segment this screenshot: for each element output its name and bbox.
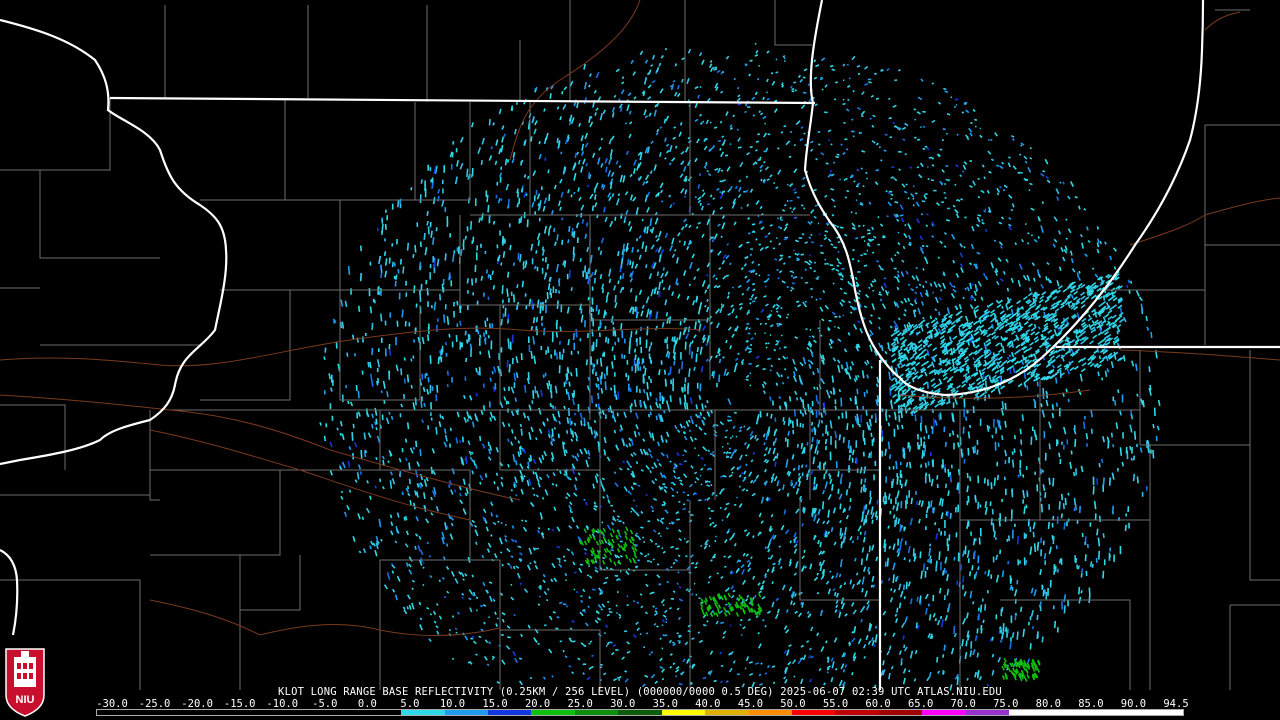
colorbar-segment	[227, 710, 271, 715]
colorbar-segment	[748, 710, 792, 715]
colorbar-segment	[487, 710, 532, 715]
colorbar-segment	[357, 710, 402, 715]
niu-logo: NIU	[5, 648, 45, 717]
colorbar-segment	[574, 710, 619, 715]
colorbar-segment	[835, 710, 879, 715]
colorbar-segment	[705, 710, 749, 715]
reflectivity-colorbar	[96, 709, 1184, 716]
colorbar-segment	[401, 710, 445, 715]
colorbar-segment	[97, 710, 141, 715]
colorbar-segment	[1052, 710, 1097, 715]
radar-map	[0, 0, 1280, 720]
colorbar-segment	[140, 710, 184, 715]
colorbar-segment	[661, 710, 706, 715]
colorbar-segment	[444, 710, 488, 715]
colorbar-segment	[792, 710, 836, 715]
product-caption: KLOT LONG RANGE BASE REFLECTIVITY (0.25K…	[278, 686, 1002, 698]
colorbar-segment	[531, 710, 575, 715]
colorbar-segment	[965, 710, 1010, 715]
colorbar-segment	[1139, 710, 1183, 715]
colorbar-segment	[618, 710, 662, 715]
colorbar-segment	[314, 710, 358, 715]
colorbar-segment	[1009, 710, 1053, 715]
colorbar-segment	[183, 710, 228, 715]
colorbar-segment	[922, 710, 966, 715]
colorbar-segment	[878, 710, 923, 715]
colorbar-segment	[270, 710, 315, 715]
colorbar-segment	[1096, 710, 1140, 715]
logo-text: NIU	[16, 694, 35, 706]
